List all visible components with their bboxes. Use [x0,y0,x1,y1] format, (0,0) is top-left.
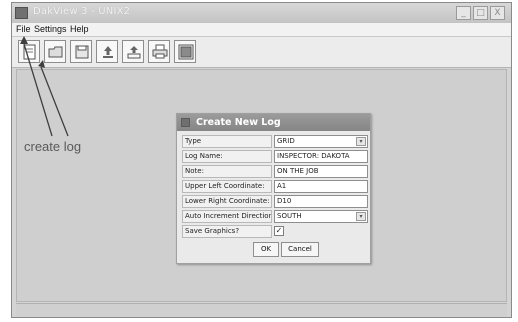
field-row-log-name: Log Name: INSPECTOR: DAKOTA [182,150,368,163]
type-select[interactable]: GRID ▾ [274,135,368,148]
chevron-down-icon[interactable]: ▾ [356,212,366,221]
create-new-log-dialog: Create New Log Type GRID ▾ Log Name: INS… [176,113,371,264]
field-row-upper-left: Upper Left Coordinate: A1 [182,180,368,193]
dialog-icon [181,118,190,127]
log-name-input[interactable]: INSPECTOR: DAKOTA [274,150,368,163]
save-graphics-checkbox[interactable]: ✓ [274,226,284,236]
lower-right-input[interactable]: D10 [274,195,368,208]
auto-increment-select[interactable]: SOUTH ▾ [274,210,368,223]
auto-increment-value: SOUTH [277,212,302,220]
upper-left-input[interactable]: A1 [274,180,368,193]
field-row-type: Type GRID ▾ [182,135,368,148]
field-row-save-graphics: Save Graphics? ✓ [182,225,368,238]
upper-left-label: Upper Left Coordinate: [182,180,272,193]
lower-right-label: Lower Right Coordinate: [182,195,272,208]
note-input[interactable]: ON THE JOB [274,165,368,178]
type-label: Type [182,135,272,148]
ok-button[interactable]: OK [253,242,279,257]
dialog-title-bar[interactable]: Create New Log [177,114,370,131]
create-log-annotation: create log [24,139,82,154]
field-row-auto-increment: Auto Increment Direction: SOUTH ▾ [182,210,368,223]
field-row-note: Note: ON THE JOB [182,165,368,178]
cancel-button[interactable]: Cancel [281,242,319,257]
note-label: Note: [182,165,272,178]
chevron-down-icon[interactable]: ▾ [356,137,366,146]
auto-increment-label: Auto Increment Direction: [182,210,272,223]
log-name-label: Log Name: [182,150,272,163]
save-graphics-label: Save Graphics? [182,225,272,238]
field-row-lower-right: Lower Right Coordinate: D10 [182,195,368,208]
dialog-title: Create New Log [196,117,281,128]
type-value: GRID [277,137,295,145]
